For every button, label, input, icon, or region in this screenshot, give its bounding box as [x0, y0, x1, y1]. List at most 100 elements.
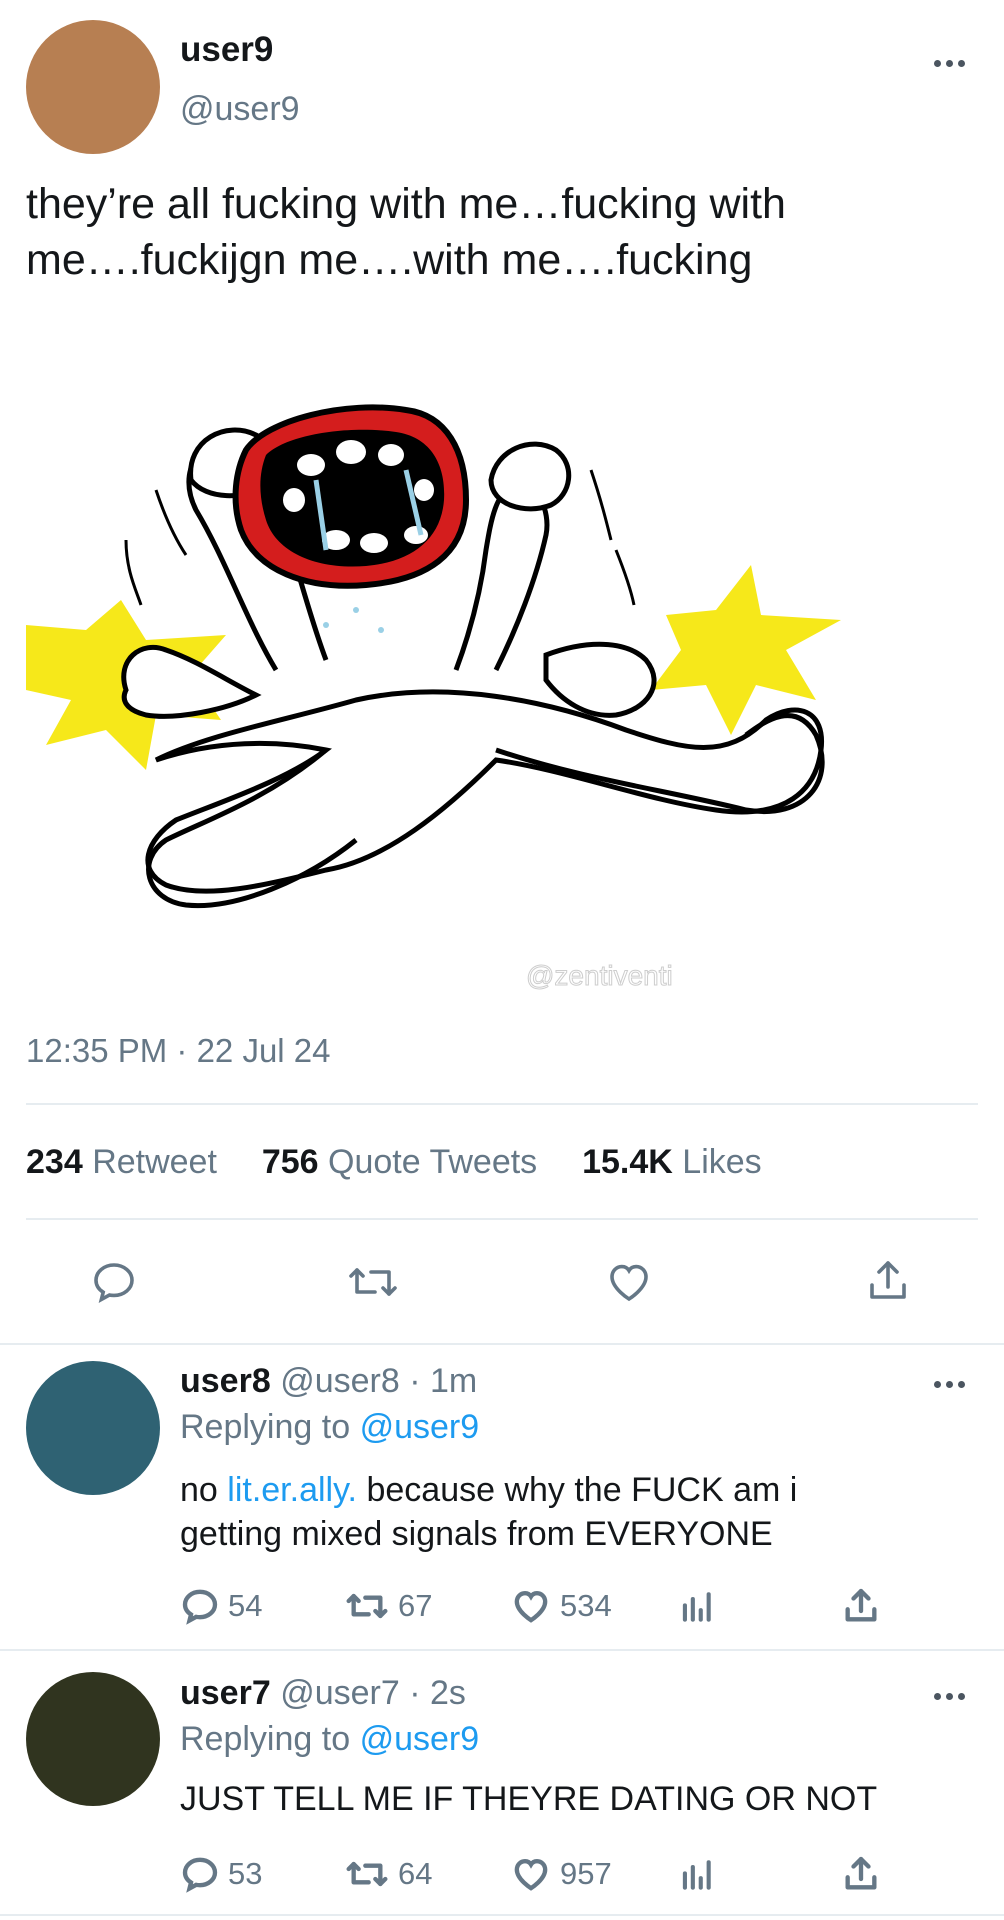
share-button[interactable]: [841, 1586, 881, 1626]
divider: [0, 1914, 1004, 1916]
meltdown-illustration: [26, 404, 841, 909]
more-options-icon[interactable]: [931, 1377, 967, 1391]
media-watermark: @zentiventi: [526, 960, 674, 992]
retweet-count: 67: [398, 1588, 433, 1623]
reply-header: user8 @user8 · 1m: [180, 1362, 477, 1401]
reply-text-line: getting mixed signals from EVERYONE: [180, 1515, 773, 1553]
retweets-label: Retweet: [92, 1143, 217, 1181]
retweets-stat[interactable]: 234 Retweet: [26, 1143, 226, 1181]
reply-button[interactable]: 54: [180, 1586, 262, 1626]
tear-drop: [378, 627, 384, 633]
share-icon: [870, 1261, 906, 1299]
replying-to: Replying to @user9: [180, 1720, 479, 1759]
reply-text-link[interactable]: lit.er.ally.: [227, 1471, 357, 1509]
divider: [0, 1343, 1004, 1345]
body: [145, 689, 825, 894]
motion-line: [589, 469, 613, 541]
tear-drop: [323, 622, 329, 628]
reply-button[interactable]: 53: [180, 1854, 262, 1894]
divider: [0, 1649, 1004, 1651]
reply-header: user7 @user7 · 2s: [180, 1674, 466, 1713]
like-button[interactable]: 957: [510, 1854, 612, 1894]
quotes-label: Quote Tweets: [328, 1143, 538, 1181]
tooth: [297, 454, 325, 476]
reply-button[interactable]: [90, 1258, 138, 1306]
right-arm: [453, 482, 550, 672]
likes-stat[interactable]: 15.4K Likes: [582, 1143, 762, 1181]
divider: [26, 1103, 978, 1105]
like-count: 957: [560, 1856, 612, 1891]
quotes-stat[interactable]: 756 Quote Tweets: [262, 1143, 547, 1181]
reply-icon: [94, 1263, 134, 1303]
retweet-count: 64: [398, 1856, 433, 1891]
like-button[interactable]: 534: [510, 1586, 612, 1626]
tooth: [378, 444, 404, 466]
quotes-count: 756: [261, 1143, 319, 1181]
retweet-button[interactable]: 67: [344, 1586, 432, 1626]
replying-to-label: Replying to: [180, 1408, 351, 1446]
share-icon: [845, 1588, 877, 1622]
tweet-media[interactable]: @zentiventi: [26, 340, 926, 1000]
timestamp[interactable]: 12:35 PM · 22 Jul 24: [26, 1032, 331, 1070]
retweet-button[interactable]: 64: [344, 1854, 432, 1894]
avatar[interactable]: [26, 20, 160, 154]
reply-icon: [182, 1857, 218, 1893]
reply-icon: [182, 1589, 218, 1625]
share-icon: [845, 1856, 877, 1890]
motion-line: [154, 489, 188, 556]
retweet-button[interactable]: [346, 1258, 400, 1306]
reply-count: 53: [228, 1856, 263, 1891]
handle[interactable]: @user9: [180, 90, 300, 129]
reply-text: no lit.er.ally. because why the FUCK am …: [180, 1468, 797, 1556]
tweet-text: they’re all fucking with me…fucking with…: [26, 176, 786, 288]
tweet-text-line: they’re all fucking with me…fucking with: [26, 180, 786, 228]
avatar[interactable]: [26, 1672, 160, 1806]
display-name[interactable]: user7: [180, 1674, 271, 1712]
retweet-icon: [349, 1268, 397, 1296]
reply-text-segment: because why the FUCK am i: [357, 1471, 798, 1509]
reply-meta[interactable]: @user8 · 1m: [280, 1362, 477, 1400]
share-button[interactable]: [841, 1854, 881, 1894]
motion-line: [124, 539, 143, 606]
analytics-button[interactable]: [676, 1856, 716, 1894]
more-options-icon[interactable]: [931, 1689, 967, 1703]
right-lower-arm: [543, 641, 657, 718]
display-name[interactable]: user9: [180, 30, 273, 70]
motion-line: [614, 549, 636, 606]
tweet-text-line: me….fuckijgn me….with me….fucking: [26, 236, 753, 284]
replying-to-handle[interactable]: @user9: [360, 1408, 480, 1446]
divider: [26, 1218, 978, 1220]
replying-to: Replying to @user9: [180, 1408, 479, 1447]
reply-text-line: no lit.er.ally. because why the FUCK am …: [180, 1468, 797, 1512]
right-fist: [488, 441, 572, 512]
yellow-burst-right: [651, 565, 841, 735]
like-button[interactable]: [604, 1258, 654, 1306]
analytics-icon: [682, 1592, 711, 1622]
left-lower-arm: [121, 644, 262, 719]
tooth: [283, 488, 305, 512]
heart-icon: [514, 1858, 548, 1891]
like-count: 534: [560, 1588, 612, 1623]
tear-drop: [353, 607, 359, 613]
replying-to-handle[interactable]: @user9: [360, 1720, 480, 1758]
more-options-icon[interactable]: [931, 56, 967, 70]
tooth: [414, 479, 434, 501]
tooth: [360, 533, 388, 553]
reply-text-segment: no: [180, 1471, 228, 1509]
retweet-icon: [346, 1593, 388, 1619]
retweets-count: 234: [26, 1143, 83, 1181]
reply-count: 54: [228, 1588, 263, 1623]
share-button[interactable]: [864, 1256, 912, 1306]
replying-to-label: Replying to: [180, 1720, 351, 1758]
analytics-icon: [682, 1860, 711, 1890]
display-name[interactable]: user8: [180, 1362, 271, 1400]
likes-count: 15.4K: [582, 1143, 673, 1181]
avatar[interactable]: [26, 1361, 160, 1495]
heart-icon: [514, 1590, 548, 1623]
tweet-stats: 234 Retweet 756 Quote Tweets 15.4K Likes: [26, 1143, 762, 1182]
reply-text: JUST TELL ME IF THEYRE DATING OR NOT: [180, 1780, 878, 1818]
reply-meta[interactable]: @user7 · 2s: [280, 1674, 466, 1712]
analytics-button[interactable]: [676, 1588, 716, 1626]
tooth: [404, 526, 428, 544]
likes-label: Likes: [682, 1143, 762, 1181]
